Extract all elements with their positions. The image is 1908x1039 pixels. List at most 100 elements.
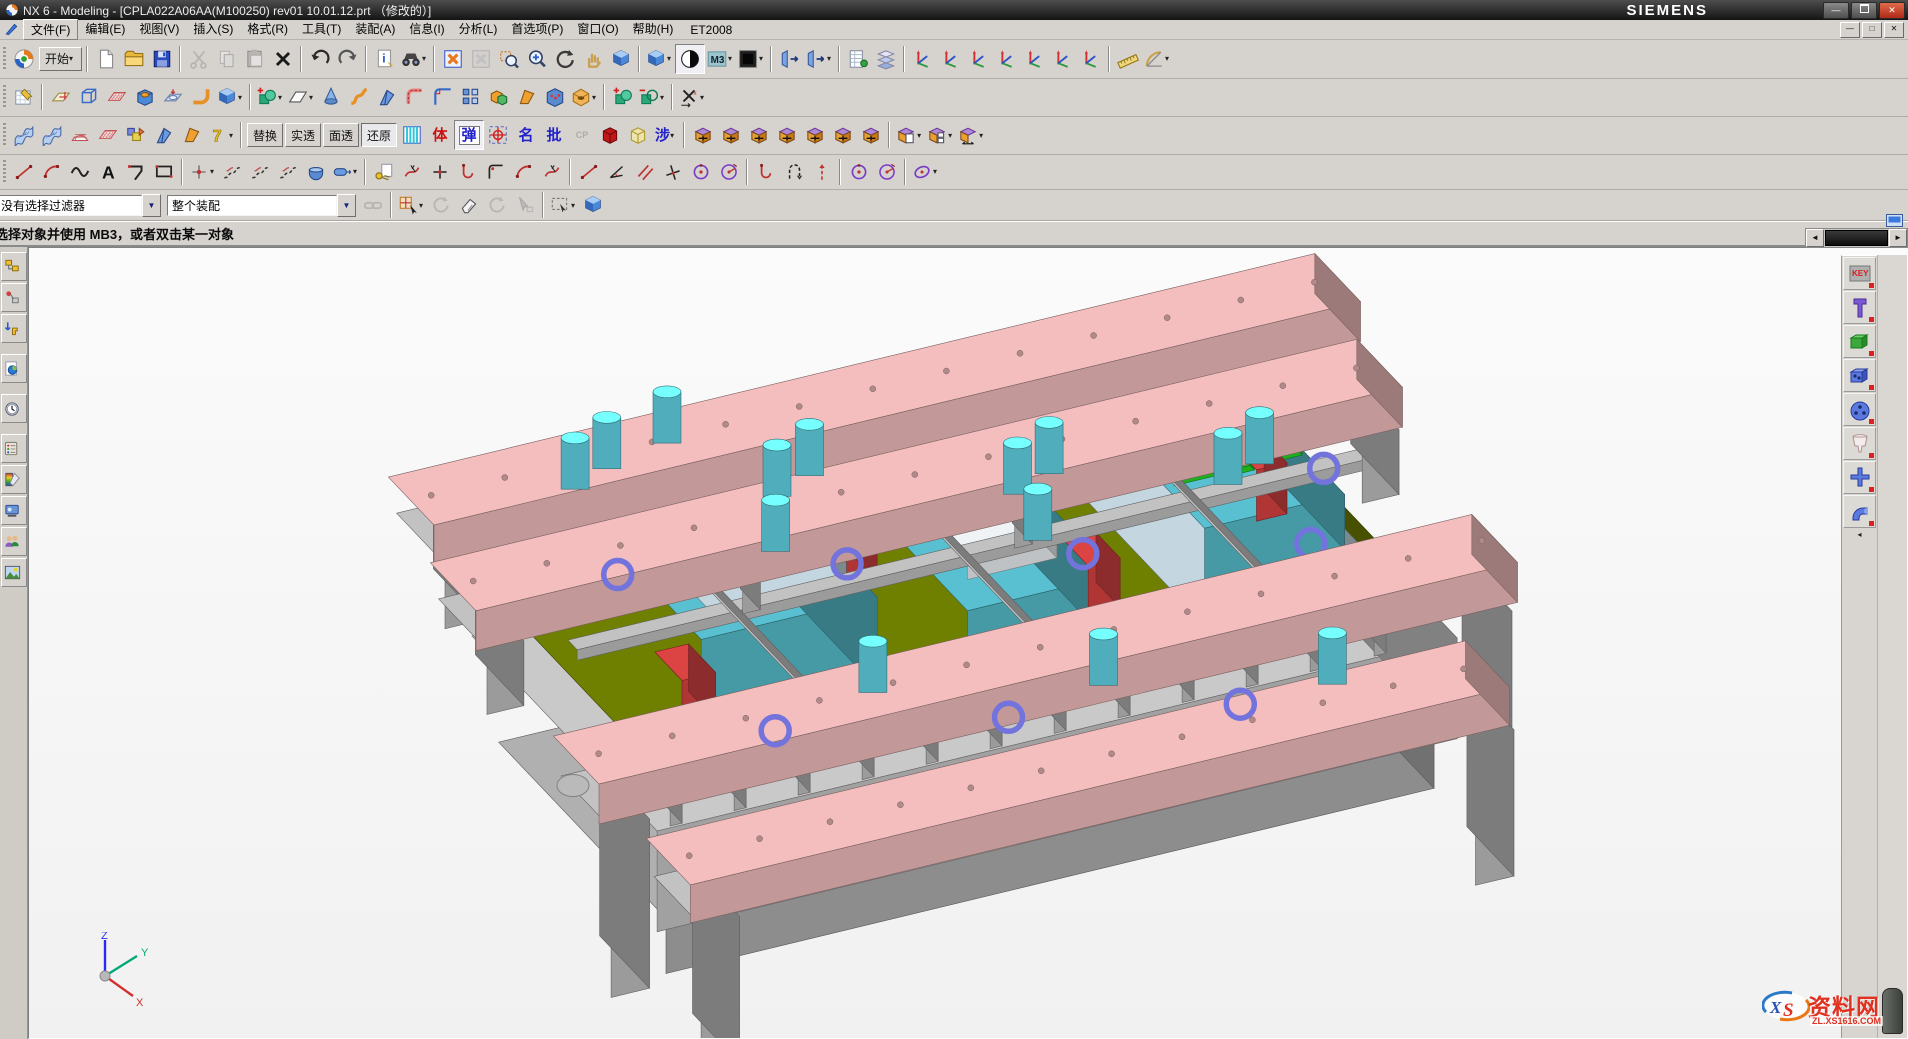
library-part-tslot[interactable] [1843, 291, 1876, 324]
menu-item-9[interactable]: 首选项(P) [504, 19, 570, 40]
projected-curve-button[interactable] [246, 158, 274, 186]
ellipse-button[interactable]: ▾ [910, 158, 941, 186]
name-display-button[interactable]: 名 [512, 121, 540, 149]
rotate-point-button[interactable] [483, 191, 511, 219]
system-scene-tab[interactable] [1, 496, 27, 525]
assembly-position-button[interactable] [801, 121, 829, 149]
undo-button[interactable] [306, 45, 334, 73]
rectangle-select-button[interactable]: ▾ [548, 191, 579, 219]
menu-item-1[interactable]: 编辑(E) [78, 19, 132, 40]
paste-button[interactable] [241, 45, 269, 73]
boolean-unite-button[interactable]: ▾ [255, 83, 286, 111]
shaded-select-button[interactable] [579, 191, 607, 219]
m3-view-button[interactable]: M3▾ [705, 45, 736, 73]
center-locate-button[interactable] [484, 121, 512, 149]
edit-section-button[interactable]: ▾ [804, 45, 835, 73]
scroll-right-icon[interactable]: ► [1889, 229, 1907, 247]
find-component-button[interactable]: ▾ [399, 45, 430, 73]
measure-angle-button[interactable]: ▾ [1142, 45, 1173, 73]
trim-body-button[interactable] [513, 83, 541, 111]
concentric-circle-button[interactable] [715, 158, 743, 186]
chamfer-button[interactable] [429, 83, 457, 111]
materials-tab[interactable] [1, 558, 27, 587]
assembly-constraints-button[interactable] [717, 121, 745, 149]
child-close-button[interactable]: ✕ [1884, 22, 1904, 38]
studio-spline-button[interactable] [66, 158, 94, 186]
assembly-drag-button[interactable] [745, 121, 773, 149]
interference-solid-button[interactable] [596, 121, 624, 149]
child-minimize-button[interactable]: — [1840, 22, 1860, 38]
menu-item-et2008[interactable]: ET2008 [690, 23, 732, 37]
point-constructor-button[interactable] [1021, 45, 1049, 73]
line-button[interactable] [10, 158, 38, 186]
edit-curve-button[interactable] [538, 158, 566, 186]
solid-transparent-button[interactable]: 实透 [285, 123, 321, 147]
text-curve-button[interactable]: A [94, 158, 122, 186]
assembly-replace-button[interactable] [773, 121, 801, 149]
palette-collapse-icon[interactable]: ◂ [1844, 529, 1875, 541]
revolve-button[interactable] [103, 83, 131, 111]
restore-button[interactable] [1851, 2, 1877, 19]
palettes-tab[interactable] [1, 434, 27, 463]
snap-settings-button[interactable] [1077, 45, 1105, 73]
library-part-block-with-holes[interactable] [1843, 359, 1876, 392]
minimize-button[interactable]: — [1823, 2, 1849, 19]
touch-info-button[interactable]: i [371, 45, 399, 73]
menu-item-11[interactable]: 帮助(H) [626, 19, 681, 40]
bounded-plane-button[interactable]: ▾ [286, 83, 317, 111]
menu-item-0[interactable]: 文件(F) [23, 19, 78, 40]
expression-button[interactable]: x▾ [677, 83, 708, 111]
move-face-button[interactable] [609, 83, 637, 111]
pattern-component-button[interactable]: ▾ [894, 121, 925, 149]
library-part-cross-pin[interactable] [1843, 461, 1876, 494]
open-file-button[interactable] [120, 45, 148, 73]
emboss-button[interactable] [159, 83, 187, 111]
corner-curve-button[interactable] [482, 158, 510, 186]
constraint-navigator-tab[interactable] [1, 283, 27, 312]
display-mode-icon[interactable] [1886, 214, 1903, 227]
partial-circle-button[interactable] [873, 158, 901, 186]
menu-item-5[interactable]: 工具(T) [295, 19, 348, 40]
transparent-solid-button[interactable] [624, 121, 652, 149]
save-button[interactable] [148, 45, 176, 73]
variational-sweep-button[interactable] [373, 83, 401, 111]
menu-item-8[interactable]: 分析(L) [452, 19, 505, 40]
assembly-navigator-tab[interactable] [1, 252, 27, 281]
divide-curve-button[interactable] [426, 158, 454, 186]
pattern-feature-button[interactable] [457, 83, 485, 111]
bounded-surface-button[interactable] [122, 121, 150, 149]
roles-tab[interactable] [1, 527, 27, 556]
n-sided-surface-button[interactable]: 7▾ [206, 121, 237, 149]
visualization-tab[interactable] [1, 465, 27, 494]
layer-settings-button[interactable] [844, 45, 872, 73]
selection-scope-combo[interactable]: 整个装配 ▼ [167, 194, 356, 217]
rotate-view-button[interactable] [551, 45, 579, 73]
bend-button[interactable] [187, 83, 215, 111]
selection-filter-combo[interactable]: 没有选择过滤器 ▼ [0, 194, 161, 217]
selection-chain-button[interactable] [359, 191, 387, 219]
offset-face-button[interactable]: ▾ [637, 83, 668, 111]
swept-button[interactable] [345, 83, 373, 111]
through-curve-mesh-button[interactable] [66, 121, 94, 149]
copy-button[interactable] [213, 45, 241, 73]
rectangle-button[interactable] [150, 158, 178, 186]
scroll-left-icon[interactable]: ◄ [1806, 229, 1824, 247]
extend-curve-button[interactable] [808, 158, 836, 186]
wcs-origin-button[interactable] [937, 45, 965, 73]
zoom-box-button[interactable] [495, 45, 523, 73]
offset-curve-button[interactable] [218, 158, 246, 186]
library-part-bushing[interactable] [1843, 427, 1876, 460]
datum-csys-button[interactable] [993, 45, 1021, 73]
unite-button[interactable] [485, 83, 513, 111]
background-color-button[interactable]: ▾ [736, 45, 767, 73]
u-curve-button[interactable] [780, 158, 808, 186]
wcs-orient-button[interactable] [965, 45, 993, 73]
perpendicular-line-button[interactable] [659, 158, 687, 186]
horizontal-scrollbar[interactable]: ◄ ► [1805, 228, 1908, 248]
toolbar-drag-handle[interactable] [2, 160, 8, 184]
fit-view-button[interactable] [439, 45, 467, 73]
close-button[interactable]: ✕ [1879, 2, 1905, 19]
toolbar-drag-handle[interactable] [2, 85, 8, 109]
cone-button[interactable] [317, 83, 345, 111]
pan-view-button[interactable] [579, 45, 607, 73]
